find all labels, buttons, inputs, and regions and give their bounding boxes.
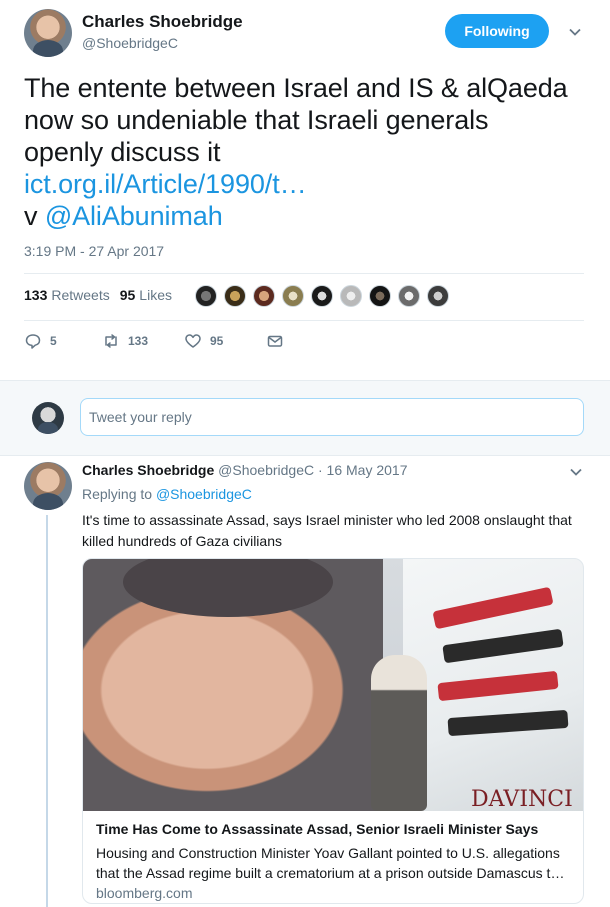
reply-count: 5 bbox=[50, 334, 57, 348]
tweet-text: The entente between Israel and IS & alQa… bbox=[24, 72, 594, 232]
likes-stat[interactable]: 95 Likes bbox=[120, 287, 172, 303]
liker-avatar[interactable] bbox=[369, 285, 391, 307]
like-count: 95 bbox=[210, 334, 224, 348]
divider bbox=[24, 273, 584, 274]
reply-action[interactable]: 5 bbox=[24, 332, 102, 350]
tweet-text-line: openly discuss it bbox=[24, 137, 221, 167]
link-card[interactable]: DAVINCI Time Has Come to Assassinate Ass… bbox=[82, 558, 584, 904]
via-handle-link[interactable]: @AliAbunimah bbox=[45, 201, 223, 231]
black-script bbox=[442, 628, 564, 664]
thread-line bbox=[46, 515, 48, 907]
reply-author-avatar[interactable] bbox=[24, 462, 72, 510]
reply-author-name[interactable]: Charles Shoebridge bbox=[82, 462, 214, 478]
via-line: v @AliAbunimah bbox=[24, 200, 594, 232]
envelope-icon bbox=[267, 335, 283, 347]
liker-avatar[interactable] bbox=[253, 285, 275, 307]
liker-avatars bbox=[195, 285, 456, 307]
card-domain: bloomberg.com bbox=[96, 885, 193, 901]
engagement-stats: 133 Retweets 95 Likes bbox=[24, 278, 172, 312]
following-button[interactable]: Following bbox=[445, 14, 549, 48]
reply-tweet-header: Charles Shoebridge @ShoebridgeC · 16 May… bbox=[82, 462, 408, 478]
retweets-count: 133 bbox=[24, 287, 48, 303]
replying-prefix: Replying to bbox=[82, 486, 156, 502]
portrait-photo bbox=[83, 559, 383, 811]
tweet-timestamp[interactable]: 3:19 PM - 27 Apr 2017 bbox=[24, 243, 164, 259]
retweets-label: Retweets bbox=[51, 287, 110, 303]
chevron-down-icon[interactable] bbox=[569, 465, 583, 479]
card-image: DAVINCI bbox=[83, 559, 583, 811]
card-description: Housing and Construction Minister Yoav G… bbox=[96, 843, 574, 883]
liker-avatar[interactable] bbox=[340, 285, 362, 307]
author-avatar[interactable] bbox=[24, 9, 72, 57]
tweet-text-line: The entente between Israel and IS & alQa… bbox=[24, 73, 568, 103]
like-action[interactable]: 95 bbox=[184, 332, 266, 350]
direct-message-action[interactable] bbox=[266, 332, 292, 350]
tweet-actions: 5 133 95 bbox=[24, 332, 292, 350]
article-link[interactable]: ict.org.il/Article/1990/t… bbox=[24, 168, 594, 200]
card-description-line: that the Assad regime built a crematoriu… bbox=[96, 865, 565, 881]
replying-to: Replying to @ShoebridgeC bbox=[82, 486, 252, 502]
likes-label: Likes bbox=[139, 287, 172, 303]
author-name[interactable]: Charles Shoebridge bbox=[82, 12, 243, 32]
sign-text: DAVINCI bbox=[471, 787, 573, 811]
black-script bbox=[447, 709, 569, 737]
retweet-icon bbox=[105, 334, 117, 348]
reply-author-handle[interactable]: @ShoebridgeC bbox=[218, 462, 314, 478]
liker-avatar[interactable] bbox=[427, 285, 449, 307]
replying-handle-link[interactable]: @ShoebridgeC bbox=[156, 486, 252, 502]
reply-tweet-text: It's time to assassinate Assad, says Isr… bbox=[82, 512, 572, 549]
main-tweet: Charles Shoebridge @ShoebridgeC Followin… bbox=[0, 0, 610, 380]
chevron-down-icon[interactable] bbox=[568, 25, 582, 39]
liker-avatar[interactable] bbox=[398, 285, 420, 307]
reply-input[interactable]: Tweet your reply bbox=[80, 398, 584, 436]
liker-avatar[interactable] bbox=[224, 285, 246, 307]
divider bbox=[24, 320, 584, 321]
liker-avatar[interactable] bbox=[195, 285, 217, 307]
card-title[interactable]: Time Has Come to Assassinate Assad, Seni… bbox=[96, 821, 538, 837]
retweet-action[interactable]: 133 bbox=[102, 332, 184, 350]
retweets-stat[interactable]: 133 Retweets bbox=[24, 287, 110, 303]
meta-separator: · bbox=[314, 462, 327, 478]
author-handle[interactable]: @ShoebridgeC bbox=[82, 35, 178, 51]
likes-count: 95 bbox=[119, 287, 136, 303]
via-prefix: v bbox=[24, 201, 45, 231]
tweet-text-line: now so undeniable that Israeli generals bbox=[24, 105, 489, 135]
liker-avatar[interactable] bbox=[282, 285, 304, 307]
red-script bbox=[432, 586, 554, 630]
woman-figure bbox=[371, 655, 427, 811]
card-description-line: Housing and Construction Minister Yoav G… bbox=[96, 845, 560, 861]
retweet-count: 133 bbox=[128, 334, 149, 348]
syria-banner bbox=[403, 559, 583, 811]
reply-date[interactable]: 16 May 2017 bbox=[327, 462, 408, 478]
red-script bbox=[437, 670, 559, 702]
liker-avatar[interactable] bbox=[311, 285, 333, 307]
my-avatar bbox=[32, 402, 64, 434]
speech-bubble-icon bbox=[25, 334, 41, 349]
heart-icon bbox=[185, 334, 201, 348]
